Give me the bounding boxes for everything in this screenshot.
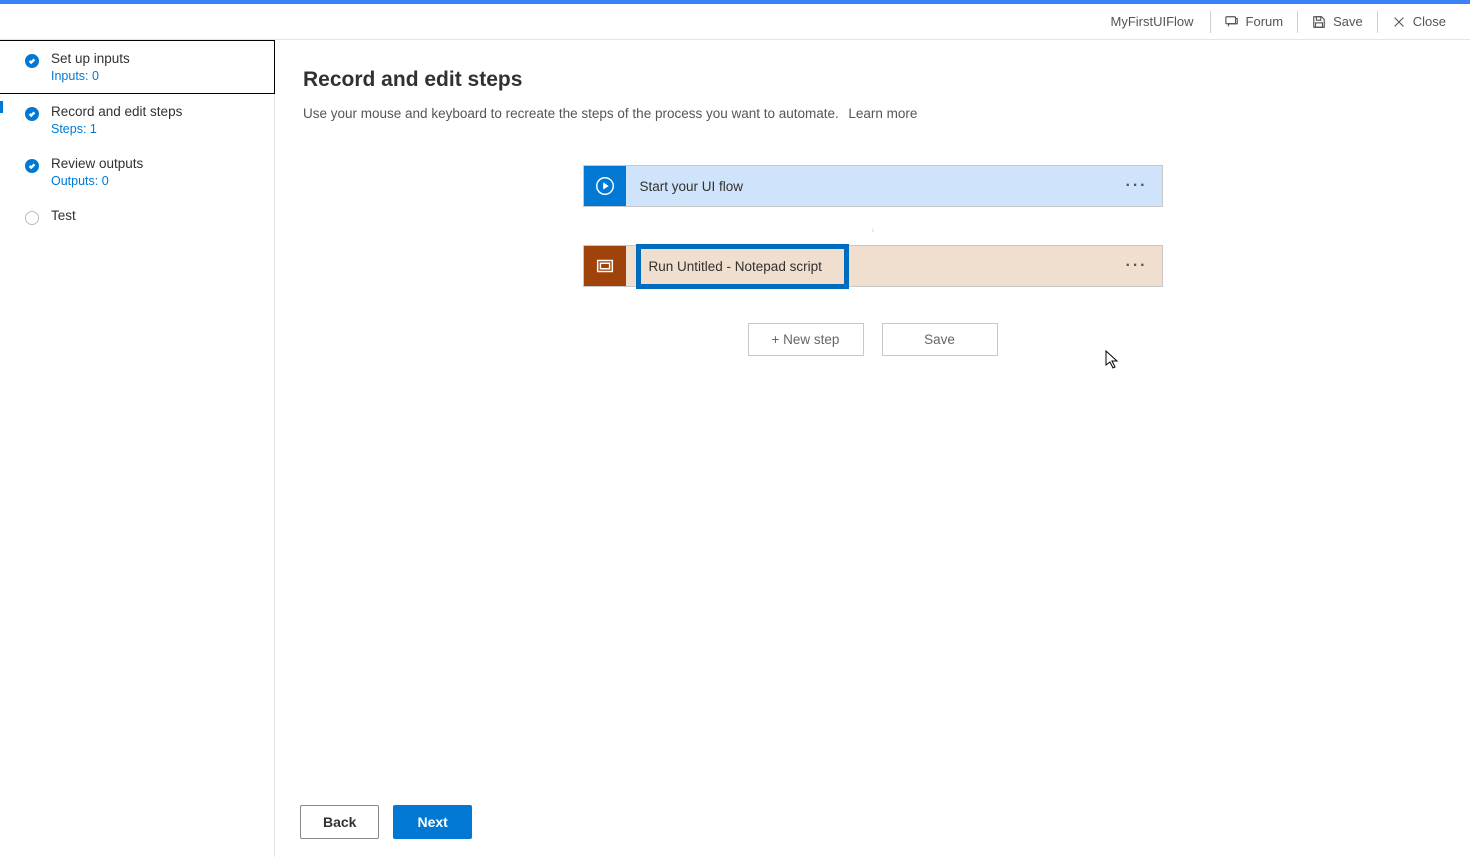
forum-label: Forum [1246, 14, 1284, 29]
close-icon [1392, 15, 1406, 29]
close-label: Close [1413, 14, 1446, 29]
sidebar-item-label: Record and edit steps [51, 104, 182, 119]
flow-step-label: Start your UI flow [640, 179, 744, 194]
flow-step-label: Run Untitled - Notepad script [636, 244, 849, 289]
divider [1377, 11, 1378, 33]
close-button[interactable]: Close [1382, 9, 1456, 34]
canvas-actions: + New step Save [748, 323, 998, 356]
sidebar-item-review-outputs[interactable]: Review outputs Outputs: 0 [0, 146, 274, 198]
page-title: Record and edit steps [303, 68, 1442, 92]
flow-step-start[interactable]: Start your UI flow ··· [583, 165, 1163, 207]
save-label: Save [1333, 14, 1363, 29]
sidebar-item-test[interactable]: Test [0, 198, 274, 235]
chat-icon [1225, 15, 1239, 29]
flow-step-script[interactable]: Run Untitled - Notepad script ··· [583, 245, 1163, 287]
play-icon [584, 166, 626, 206]
desc-text: Use your mouse and keyboard to recreate … [303, 106, 839, 121]
learn-more-link[interactable]: Learn more [848, 106, 917, 121]
window-icon [584, 246, 626, 286]
flow-canvas: Start your UI flow ··· Run [303, 165, 1442, 857]
ellipsis-icon[interactable]: ··· [1126, 177, 1148, 195]
sidebar-item-sub: Outputs: 0 [51, 174, 143, 188]
sidebar-item-label: Set up inputs [51, 51, 130, 66]
forum-button[interactable]: Forum [1215, 9, 1294, 34]
next-button[interactable]: Next [393, 805, 471, 839]
sidebar-item-label: Review outputs [51, 156, 143, 171]
arrow-down-icon [872, 211, 874, 241]
divider [1297, 11, 1298, 33]
sidebar: Set up inputs Inputs: 0 Record and edit … [0, 40, 275, 857]
check-icon [25, 107, 39, 121]
flow-name: MyFirstUIFlow [1111, 14, 1194, 29]
save-icon [1312, 15, 1326, 29]
sidebar-item-sub: Inputs: 0 [51, 69, 130, 83]
sidebar-item-label: Test [51, 208, 76, 223]
circle-icon [25, 211, 39, 225]
check-icon [25, 159, 39, 173]
new-step-button[interactable]: + New step [748, 323, 864, 356]
save-button[interactable]: Save [1302, 9, 1373, 34]
divider [1210, 11, 1211, 33]
page-description: Use your mouse and keyboard to recreate … [303, 106, 1442, 121]
sidebar-item-setup-inputs[interactable]: Set up inputs Inputs: 0 [0, 40, 275, 94]
canvas-save-button[interactable]: Save [882, 323, 998, 356]
sidebar-item-sub: Steps: 1 [51, 122, 182, 136]
cursor-icon [1105, 350, 1121, 370]
footer-actions: Back Next [300, 805, 472, 839]
back-button[interactable]: Back [300, 805, 379, 839]
main-content: Record and edit steps Use your mouse and… [275, 40, 1470, 857]
check-icon [25, 54, 39, 68]
ellipsis-icon[interactable]: ··· [1126, 257, 1148, 275]
sidebar-item-record-steps[interactable]: Record and edit steps Steps: 1 [0, 94, 274, 146]
header-bar: MyFirstUIFlow Forum Save Close [0, 4, 1470, 40]
